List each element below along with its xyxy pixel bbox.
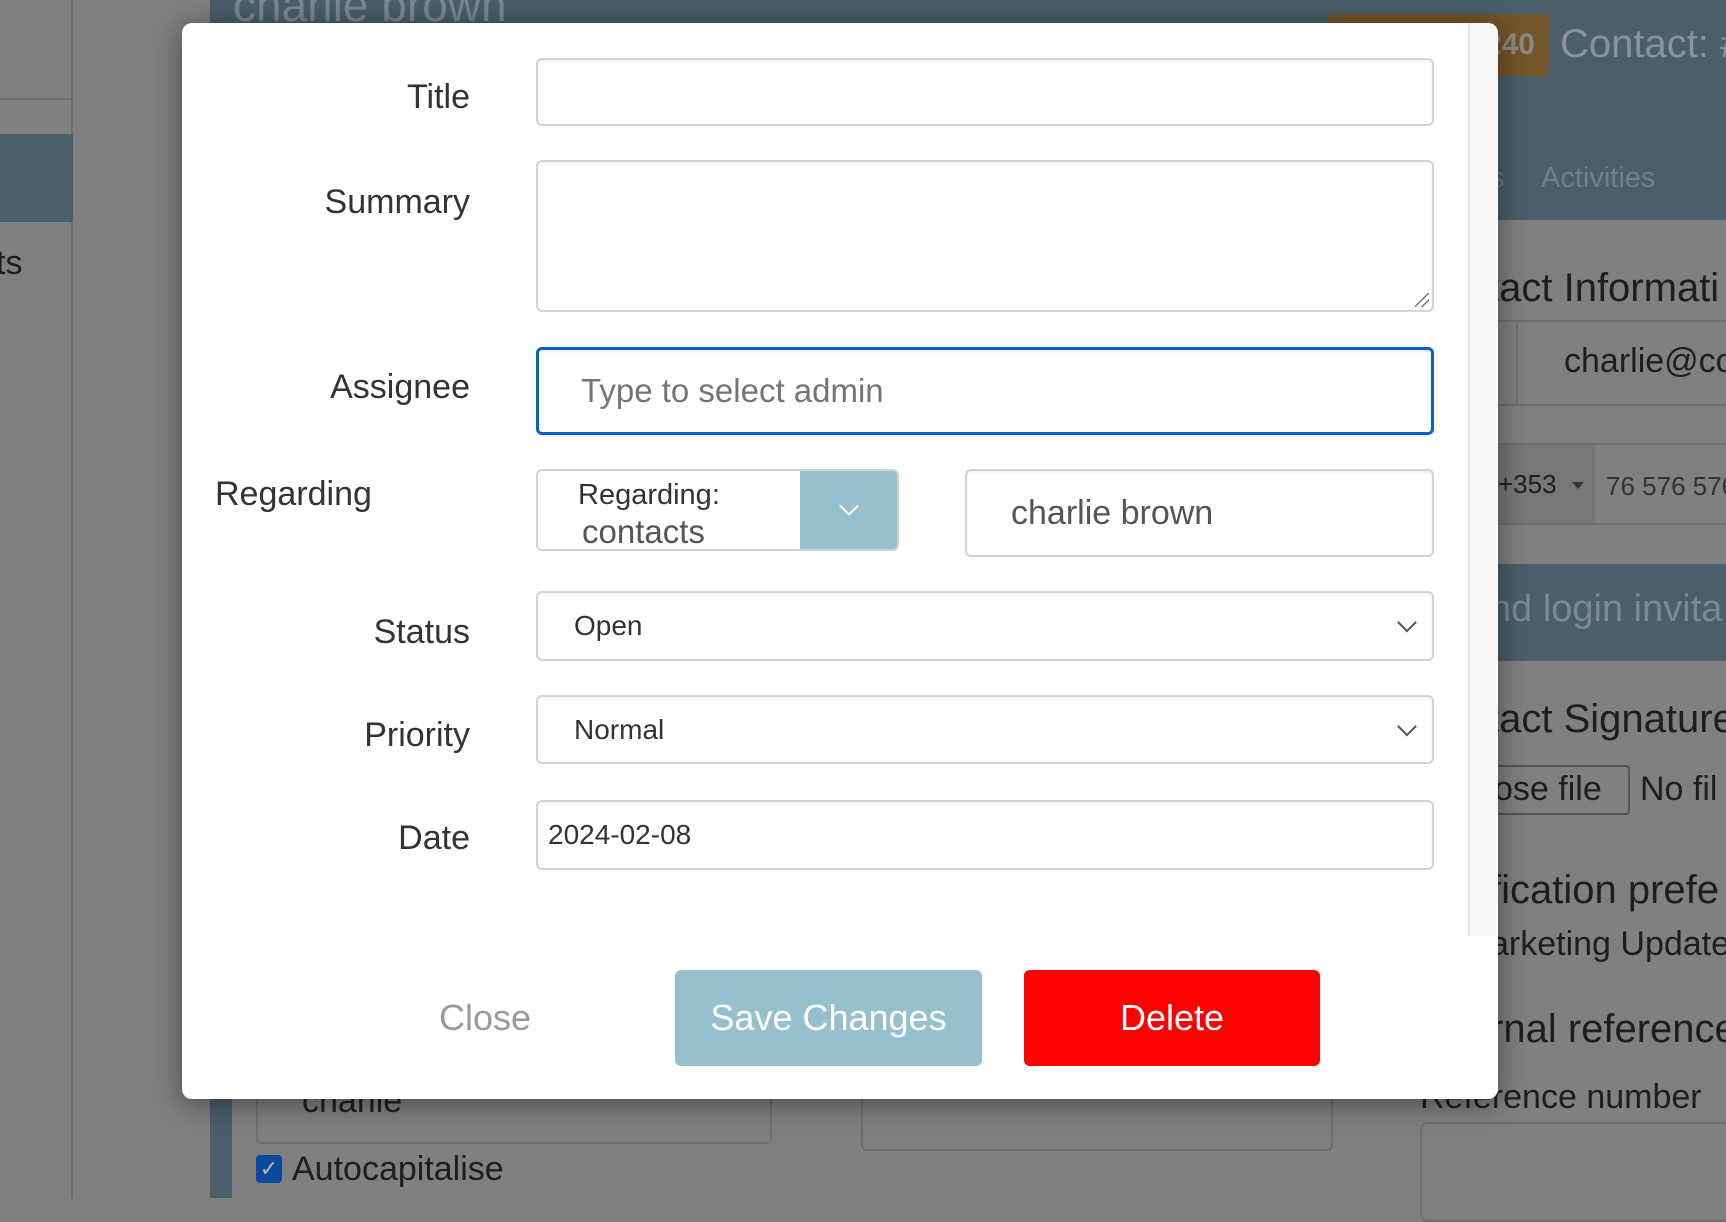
sidebar-active-item[interactable] — [0, 134, 73, 222]
external-reference-heading: rnal reference — [1490, 1007, 1726, 1051]
regarding-label: Regarding — [215, 475, 372, 513]
contact-header-label: Contact: # — [1560, 22, 1726, 66]
save-changes-button[interactable]: Save Changes — [675, 970, 982, 1066]
signature-heading: tact Signature — [1488, 697, 1726, 741]
status-value: Open — [574, 610, 643, 641]
form-section-strip — [210, 1090, 232, 1198]
sidebar-item-label[interactable]: ts — [0, 244, 22, 283]
caret-down-icon — [1572, 482, 1584, 489]
regarding-dropdown-button[interactable] — [800, 471, 897, 549]
date-value: 2024-02-08 — [548, 819, 692, 850]
date-label: Date — [398, 819, 470, 857]
phone-code: +353 — [1498, 469, 1557, 499]
delete-button[interactable]: Delete — [1024, 970, 1320, 1066]
regarding-name-input[interactable]: charlie brown — [965, 469, 1434, 557]
autocapitalise-checkbox[interactable]: ✓ — [256, 1155, 282, 1183]
scrollbar-track[interactable] — [1468, 23, 1498, 936]
chevron-down-icon — [839, 496, 859, 516]
assignee-input[interactable] — [536, 347, 1434, 435]
regarding-select-line2: contacts — [582, 513, 705, 550]
title-label: Title — [407, 78, 470, 116]
summary-textarea[interactable] — [536, 160, 1434, 312]
priority-value: Normal — [574, 713, 665, 745]
close-button[interactable]: Close — [395, 970, 575, 1066]
reference-number-input[interactable] — [1420, 1122, 1726, 1222]
phone-field[interactable]: +353 76 576 576 — [1480, 443, 1726, 525]
email-value: charlie@co — [1564, 342, 1726, 380]
edit-task-modal: Title Summary Assignee Regarding Regardi… — [182, 23, 1498, 1099]
notification-heading: fication prefe — [1490, 868, 1720, 912]
email-field[interactable]: charlie@co — [1480, 320, 1726, 406]
login-invite-label: nd login invita — [1490, 588, 1723, 630]
regarding-select-line1: Regarding: — [578, 479, 720, 511]
priority-select[interactable]: Normal — [536, 695, 1434, 764]
no-file-label: No fil — [1640, 770, 1718, 808]
choose-file-label: ose file — [1494, 770, 1602, 808]
marketing-updates-label: arketing Update — [1490, 925, 1726, 963]
priority-label: Priority — [364, 716, 470, 754]
chevron-down-icon — [1397, 716, 1417, 736]
title-input[interactable] — [536, 58, 1434, 126]
summary-label: Summary — [324, 183, 470, 221]
status-select[interactable]: Open — [536, 591, 1434, 661]
autocapitalise-label: Autocapitalise — [292, 1150, 504, 1188]
email-addon-divider — [1516, 322, 1518, 404]
chevron-down-icon — [1397, 612, 1417, 633]
sidebar-hline — [0, 98, 73, 100]
contact-info-heading: tact Informati — [1488, 266, 1720, 310]
regarding-name-value: charlie brown — [1011, 493, 1214, 532]
phone-number: 76 576 576 — [1606, 471, 1726, 501]
resize-handle-icon[interactable] — [1415, 293, 1429, 307]
regarding-type-select[interactable]: Regarding: contacts — [536, 469, 899, 551]
date-input[interactable]: 2024-02-08 — [536, 800, 1434, 870]
tab-activities[interactable]: Activities — [1541, 162, 1655, 195]
status-label: Status — [373, 613, 470, 651]
assignee-label: Assignee — [330, 368, 470, 406]
